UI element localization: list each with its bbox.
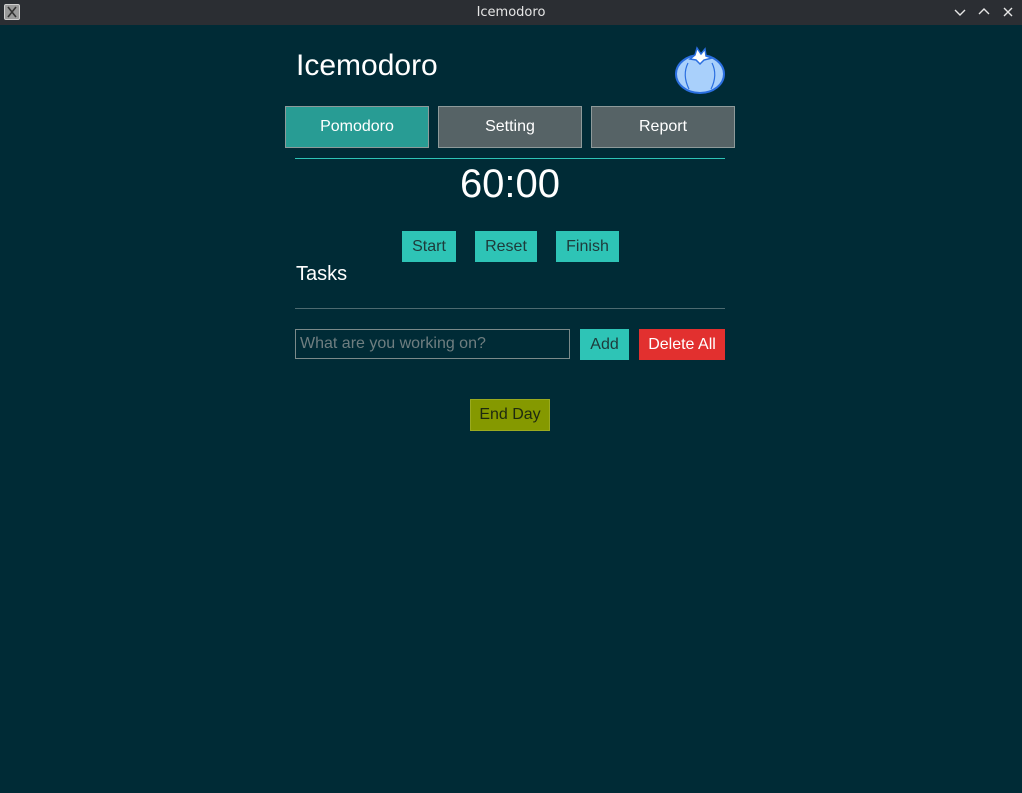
window-title: Icemodoro [476,5,546,20]
tab-pomodoro[interactable]: Pomodoro [285,106,429,148]
chevron-up-icon [978,8,990,15]
app-content: Icemodoro Pomodoro Setting Report 60:00 … [0,25,1022,793]
finish-button[interactable]: Finish [556,231,619,262]
tab-report[interactable]: Report [591,106,735,148]
add-task-button[interactable]: Add [580,329,629,360]
chevron-down-icon [954,9,966,16]
maximize-button[interactable] [975,3,993,21]
minimize-button[interactable] [951,3,969,21]
tomato-icon [675,46,725,94]
tab-setting[interactable]: Setting [438,106,582,148]
delete-all-button[interactable]: Delete All [639,329,725,360]
nav-divider [295,158,725,159]
close-button[interactable] [999,3,1017,21]
end-day-button[interactable]: End Day [470,399,550,431]
app-title: Icemodoro [296,49,438,82]
tasks-heading: Tasks [296,263,348,285]
tasks-divider [295,308,725,309]
start-button[interactable]: Start [402,231,456,262]
window-titlebar: Icemodoro [0,0,1022,25]
close-icon [1003,7,1013,17]
reset-button[interactable]: Reset [475,231,537,262]
task-input[interactable] [295,329,570,359]
timer-display: 60:00 [459,162,561,206]
